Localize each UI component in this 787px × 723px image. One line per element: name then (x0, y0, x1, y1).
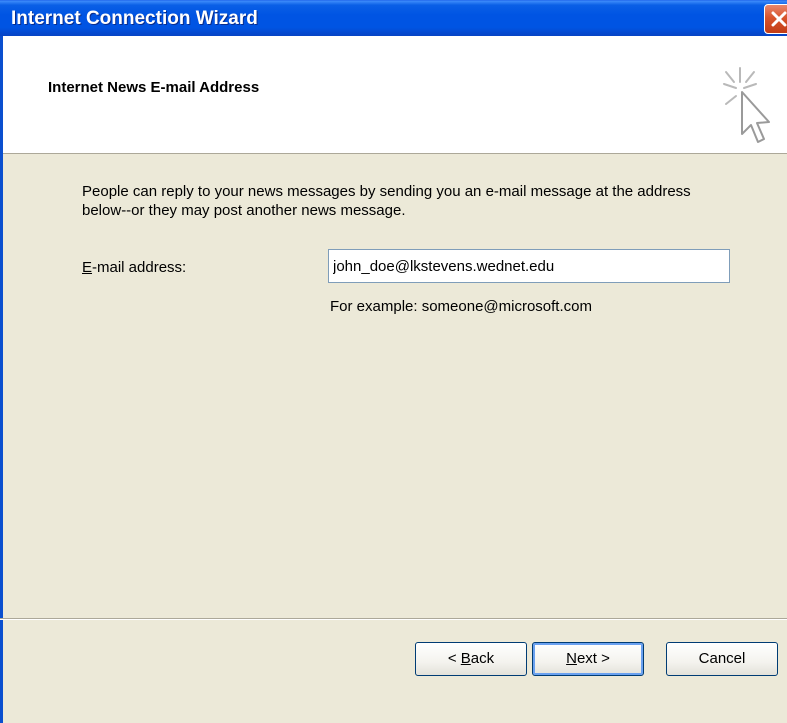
title-bar[interactable]: Internet Connection Wizard (0, 0, 787, 36)
cancel-button[interactable]: Cancel (666, 642, 778, 676)
window-title: Internet Connection Wizard (11, 8, 258, 29)
wizard-cursor-icon (723, 67, 770, 143)
next-label: ext > (576, 650, 610, 667)
email-label: E-mail address: (82, 259, 186, 276)
email-input[interactable] (328, 249, 730, 283)
back-prefix: < (447, 650, 461, 667)
header-panel: Internet News E-mail Address (0, 36, 787, 154)
next-button[interactable]: Next > (532, 642, 644, 676)
back-button[interactable]: < Back (415, 642, 527, 676)
back-label: ack (470, 650, 495, 667)
email-label-text: -mail address: (92, 259, 187, 276)
page-title: Internet News E-mail Address (48, 79, 260, 96)
close-icon (771, 11, 787, 27)
close-button[interactable] (764, 4, 787, 34)
email-label-accesskey: E (82, 259, 93, 276)
wizard-window: Internet Connection Wizard Internet News… (0, 0, 787, 723)
separator (0, 618, 787, 620)
example-text: For example: someone@microsoft.com (330, 298, 592, 315)
next-accesskey: N (566, 650, 577, 667)
intro-text: People can reply to your news messages b… (82, 183, 691, 219)
back-accesskey: B (460, 650, 471, 667)
